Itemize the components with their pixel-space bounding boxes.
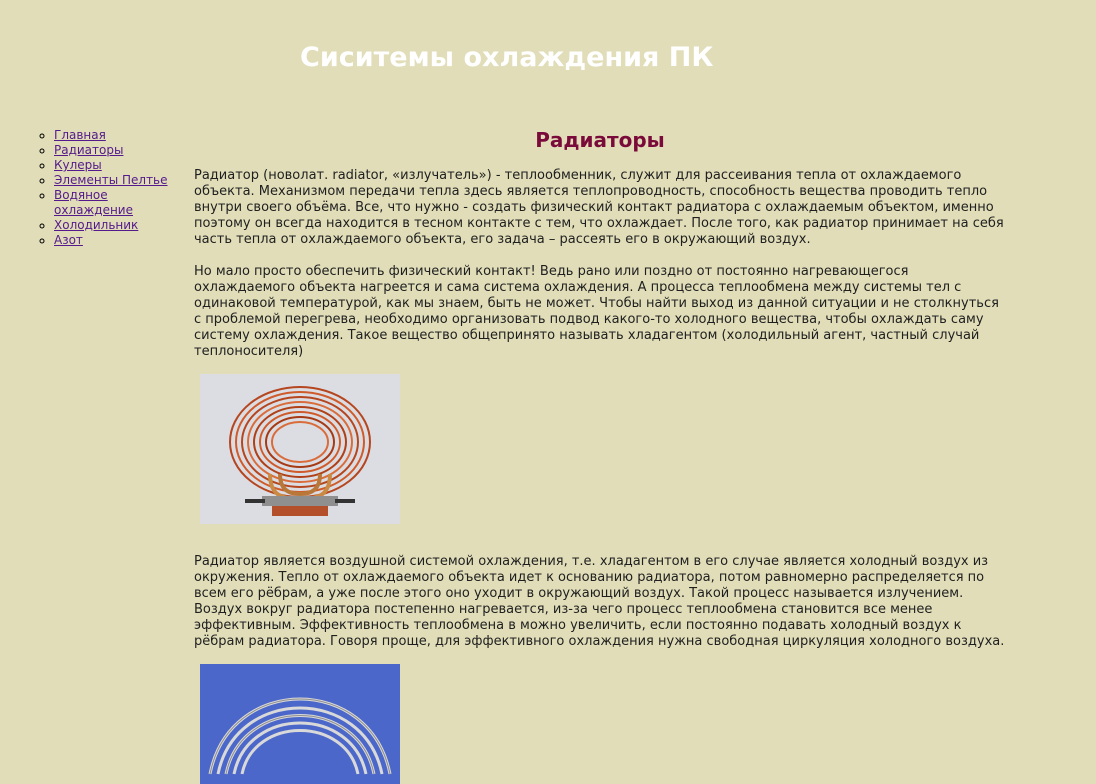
nav-link-home[interactable]: Главная bbox=[54, 128, 106, 142]
nav-item-water-cooling: Водяное охлаждение bbox=[54, 188, 174, 218]
nav-link-peltier[interactable]: Элементы Пелтье bbox=[54, 173, 168, 187]
sidebar-nav: Главная Радиаторы Кулеры Элементы Пелтье… bbox=[38, 128, 174, 248]
nav-item-home: Главная bbox=[54, 128, 174, 143]
paragraph-air-cooling: Радиатор является воздушной системой охл… bbox=[194, 554, 1005, 649]
nav-item-coolers: Кулеры bbox=[54, 158, 174, 173]
nav-link-nitrogen[interactable]: Азот bbox=[54, 233, 83, 247]
radiator-aluminum-image bbox=[200, 664, 400, 784]
nav-item-radiators: Радиаторы bbox=[54, 143, 174, 158]
nav-link-coolers[interactable]: Кулеры bbox=[54, 158, 102, 172]
nav-item-refrigerator: Холодильник bbox=[54, 218, 174, 233]
main-content: Радиаторы Радиатор (новолат. radiator, «… bbox=[194, 126, 1006, 784]
paragraph-intro: Радиатор (новолат. radiator, «излучатель… bbox=[194, 168, 1004, 247]
paragraph-contact: Но мало просто обеспечить физический кон… bbox=[194, 264, 999, 359]
site-title: Сиситемы охлаждения ПК bbox=[300, 42, 714, 73]
nav-item-peltier: Элементы Пелтье bbox=[54, 173, 174, 188]
nav-link-water-cooling[interactable]: Водяное охлаждение bbox=[54, 188, 133, 217]
radiator-copper-image bbox=[200, 374, 400, 524]
nav-link-refrigerator[interactable]: Холодильник bbox=[54, 218, 138, 232]
page-heading: Радиаторы bbox=[535, 128, 665, 152]
nav-item-nitrogen: Азот bbox=[54, 233, 174, 248]
nav-link-radiators[interactable]: Радиаторы bbox=[54, 143, 123, 157]
